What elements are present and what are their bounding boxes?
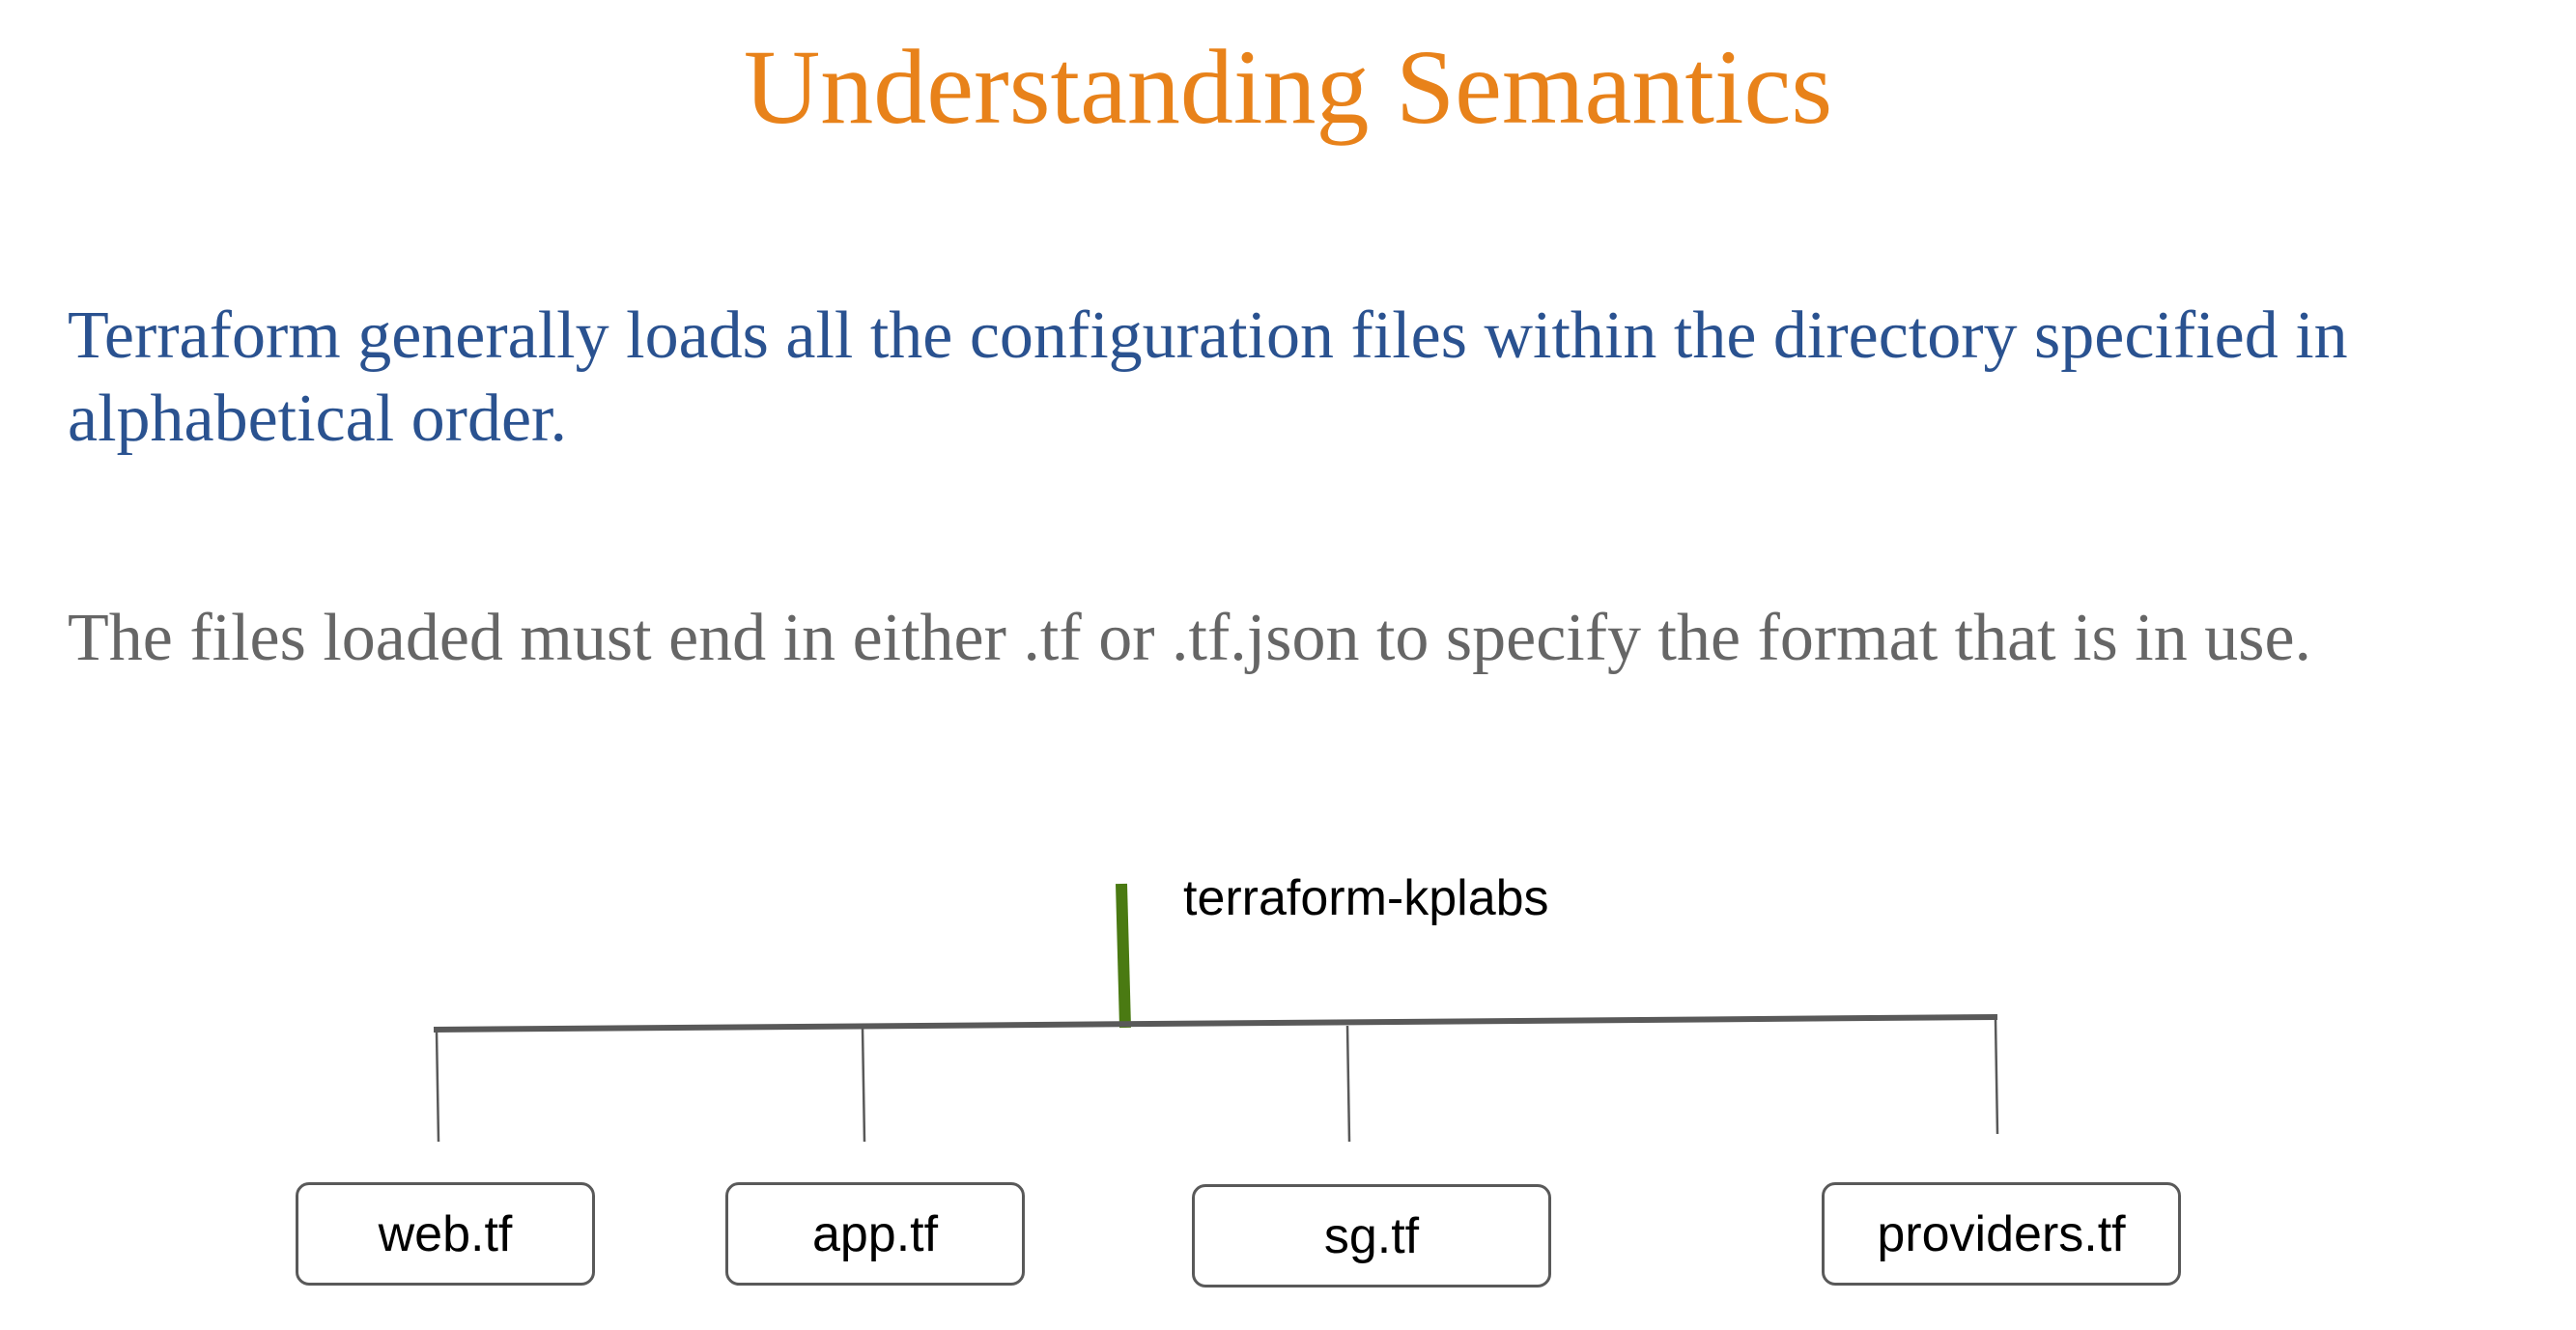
root-directory-label: terraform-kplabs xyxy=(1183,870,1549,926)
horizontal-connector xyxy=(433,1014,1998,1033)
branch-sg xyxy=(1345,1025,1351,1143)
file-node-web-tf: web.tf xyxy=(296,1182,595,1286)
directory-tree-diagram xyxy=(433,883,1999,1143)
file-node-sg-tf: sg.tf xyxy=(1192,1184,1551,1288)
root-stem xyxy=(1116,883,1131,1029)
branch-app xyxy=(861,1027,866,1143)
file-node-app-tf: app.tf xyxy=(725,1182,1025,1286)
branch-providers xyxy=(1994,1018,1999,1135)
file-node-providers-tf: providers.tf xyxy=(1822,1182,2181,1286)
branch-web xyxy=(435,1031,440,1143)
